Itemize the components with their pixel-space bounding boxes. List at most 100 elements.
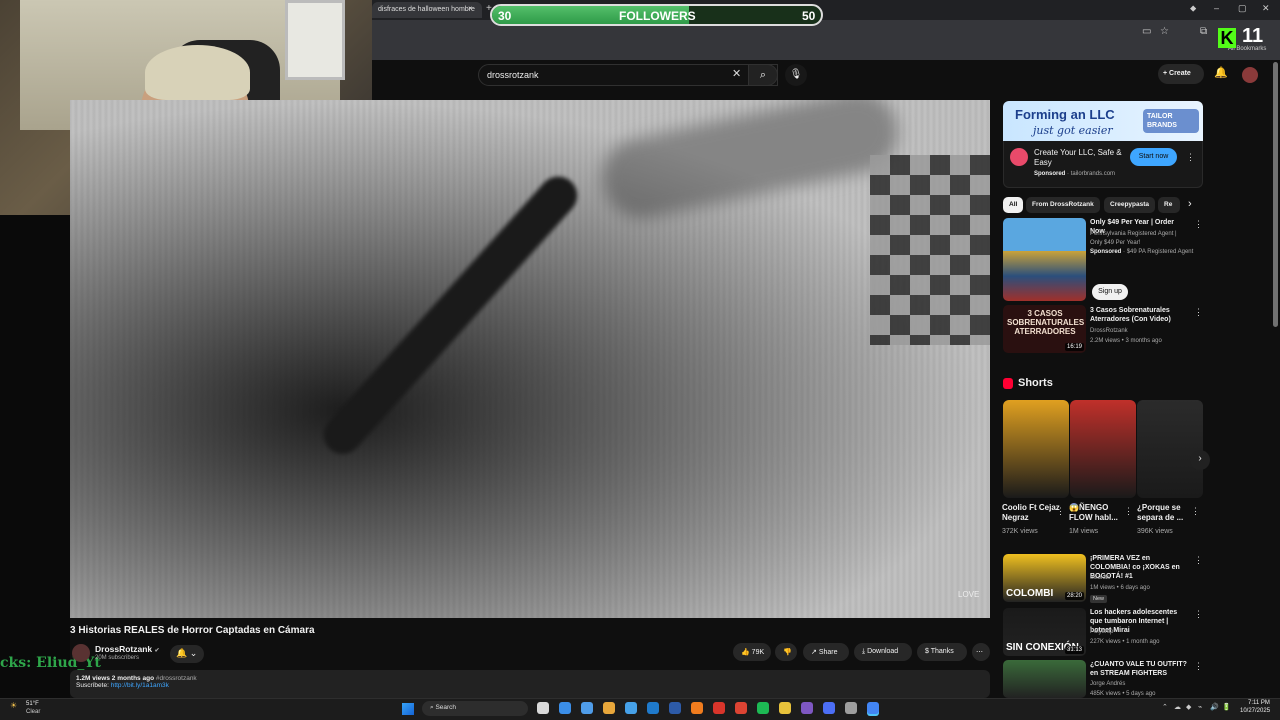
like-button[interactable]: 👍 79K: [733, 643, 771, 661]
shorts-next-icon[interactable]: ›: [1190, 450, 1210, 470]
taskbar-app-icon[interactable]: [559, 702, 571, 714]
download-button[interactable]: ⤓ Download: [854, 643, 912, 661]
rec-channel[interactable]: Jorge Andrés: [1090, 680, 1125, 689]
taskbar-app-icon[interactable]: [537, 702, 549, 714]
short-title[interactable]: ¿Porque se separa de ...: [1137, 503, 1185, 523]
taskbar-app-icon[interactable]: [647, 702, 659, 714]
clock-time[interactable]: 7:11 PM: [1248, 700, 1270, 706]
weather-icon[interactable]: ☀: [10, 701, 17, 710]
clear-search-icon[interactable]: ✕: [732, 67, 741, 80]
thanks-icon: $: [925, 648, 929, 655]
short-title[interactable]: Coolio Ft Cejaz Negraz: [1002, 503, 1062, 523]
rec-channel[interactable]: Polyersp: [1090, 628, 1113, 637]
taskbar-app-icon[interactable]: [713, 702, 725, 714]
rec-more-icon[interactable]: ⋮: [1194, 661, 1203, 672]
short-more-icon[interactable]: ⋮: [1191, 506, 1200, 517]
tray-icon[interactable]: 🔋: [1222, 703, 1231, 711]
taskbar-app-icon[interactable]: [691, 702, 703, 714]
short-more-icon[interactable]: ⋮: [1056, 506, 1065, 517]
tray-icon[interactable]: ☁: [1174, 703, 1181, 711]
taskbar-app-icon[interactable]: [757, 702, 769, 714]
browser-tab[interactable]: disfraces de halloween hombre: [372, 2, 482, 18]
short-thumbnail[interactable]: [1070, 400, 1136, 498]
rec1-channel[interactable]: DrossRotzank: [1090, 327, 1128, 336]
taskbar-app-icon[interactable]: [845, 702, 857, 714]
share-button[interactable]: ↗ Share: [803, 643, 849, 661]
windows-taskbar: [0, 698, 1280, 720]
ad-sponsored-label: Sponsored: [1034, 171, 1066, 177]
taskbar-app-icon[interactable]: [735, 702, 747, 714]
search-icon[interactable]: ⌕: [748, 64, 778, 86]
rec-thumbnail[interactable]: COLOMBI 28:20: [1003, 554, 1086, 602]
ad2-thumbnail[interactable]: [1003, 218, 1086, 301]
extension-icon[interactable]: ⧉: [1200, 26, 1207, 37]
more-actions-button[interactable]: ⋯: [972, 643, 990, 661]
chips-next-icon[interactable]: ›: [1188, 198, 1192, 210]
cast-icon[interactable]: ▭: [1142, 26, 1151, 37]
create-button[interactable]: + Create: [1158, 64, 1204, 84]
account-avatar[interactable]: [1242, 67, 1258, 83]
chip-creepypasta[interactable]: Creepypasta: [1104, 197, 1156, 213]
taskbar-app-icon[interactable]: [823, 702, 835, 714]
rec1-title[interactable]: 3 Casos Sobrenaturales Aterradores (Con …: [1090, 306, 1190, 324]
taskbar-search[interactable]: ⌕ Search: [422, 701, 528, 716]
chip-all[interactable]: All: [1003, 197, 1024, 213]
notifications-bell-icon[interactable]: 🔔: [1214, 66, 1228, 79]
rec-thumbnail[interactable]: [1003, 660, 1086, 698]
ad-banner[interactable]: Forming an LLC just got easier TAILOR BR…: [1003, 101, 1203, 141]
video-player[interactable]: LOVE: [70, 100, 990, 618]
ad2-more-icon[interactable]: ⋮: [1194, 219, 1203, 230]
taskbar-app-icon[interactable]: [625, 702, 637, 714]
short-more-icon[interactable]: ⋮: [1124, 506, 1133, 517]
ad-title[interactable]: Create Your LLC, Safe & Easy: [1034, 148, 1126, 168]
clock-date[interactable]: 10/27/2025: [1240, 708, 1270, 714]
extensions-icon[interactable]: ⬥: [1190, 3, 1196, 14]
ad2-signup-button[interactable]: Sign up: [1092, 284, 1128, 300]
bookmark-star-icon[interactable]: ☆: [1160, 26, 1169, 37]
chip-from-channel[interactable]: From DrossRotzank: [1026, 197, 1100, 213]
rec-title[interactable]: ¿CUANTO VALE TU OUTFIT? en STREAM FIGHTE…: [1090, 660, 1190, 678]
channel-name[interactable]: DrossRotzank ✔: [95, 644, 160, 654]
short-thumbnail[interactable]: [1003, 400, 1069, 498]
tab-close-icon[interactable]: ×: [468, 4, 473, 13]
ad-start-now-button[interactable]: Start now: [1130, 148, 1177, 166]
maximize-button[interactable]: ▢: [1238, 3, 1247, 14]
thanks-button[interactable]: $ Thanks: [917, 643, 967, 661]
taskbar-search-label: Search: [435, 704, 457, 711]
minimize-button[interactable]: –: [1214, 3, 1219, 13]
taskbar-app-icon[interactable]: [581, 702, 593, 714]
tray-icon[interactable]: ⌃: [1162, 703, 1168, 711]
channel-avatar[interactable]: [72, 644, 90, 662]
taskbar-app-icon[interactable]: [801, 702, 813, 714]
weather-temperature[interactable]: 51°F: [26, 701, 39, 707]
taskbar-app-icon[interactable]: [779, 702, 791, 714]
taskbar-app-icon[interactable]: [603, 702, 615, 714]
tray-icon[interactable]: ◆: [1186, 703, 1191, 711]
subscribe-link[interactable]: http://bit.ly/1a1am3k: [111, 682, 169, 689]
close-window-button[interactable]: ✕: [1262, 3, 1270, 14]
taskbar-app-icon[interactable]: [867, 702, 879, 714]
hashtag-link[interactable]: #drossrotzank: [156, 675, 197, 682]
weather-condition[interactable]: Clear: [26, 709, 40, 715]
channel-name-text[interactable]: DrossRotzank: [95, 644, 152, 654]
ad-more-icon[interactable]: ⋮: [1186, 152, 1195, 163]
video-description[interactable]: 1.2M views 2 months ago #drossrotzank Su…: [70, 670, 990, 698]
short-thumbnail[interactable]: [1137, 400, 1203, 498]
short-title[interactable]: 😱ÑENGO FLOW habl...: [1069, 503, 1123, 523]
rec-more-icon[interactable]: ⋮: [1194, 555, 1203, 566]
tray-icon[interactable]: 🔊: [1210, 703, 1219, 711]
windows-start-icon[interactable]: [402, 703, 414, 715]
taskbar-app-icon[interactable]: [669, 702, 681, 714]
rec-channel[interactable]: elxokas: [1090, 574, 1110, 583]
microphone-icon[interactable]: 🎙: [785, 64, 807, 86]
tray-icon[interactable]: ⌁: [1198, 703, 1202, 711]
chip-partial[interactable]: Re: [1158, 197, 1180, 213]
page-scrollbar[interactable]: [1273, 62, 1278, 327]
rec1-more-icon[interactable]: ⋮: [1194, 307, 1203, 318]
dislike-button[interactable]: 👎: [775, 643, 797, 661]
rec-thumbnail[interactable]: SIN CONEXIÓN 31:13: [1003, 608, 1086, 656]
subscription-bell-button[interactable]: 🔔 ⌄: [170, 645, 204, 663]
rec-more-icon[interactable]: ⋮: [1194, 609, 1203, 620]
rec1-thumbnail[interactable]: 3 CASOS SOBRENATURALES ATERRADORES 16:19: [1003, 305, 1086, 353]
view-count: 1.2M views: [76, 675, 110, 682]
